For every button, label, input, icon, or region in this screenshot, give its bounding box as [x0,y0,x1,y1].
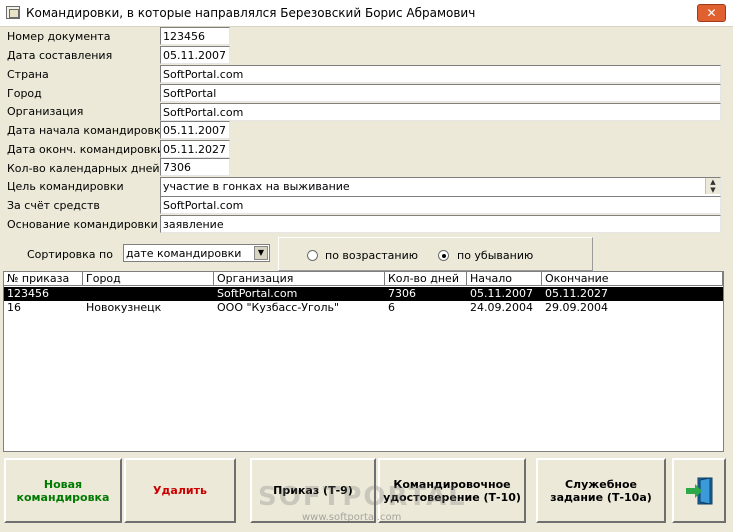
sort-asc-label: по возрастанию [325,249,419,262]
sort-direction-group: по возрастанию по убыванию [278,237,593,271]
new-trip-button-label: Новая командировка [16,477,110,504]
doc-date-label: Дата составления [7,49,113,62]
purpose-scroll-arrows[interactable]: ▲ ▼ [705,178,720,194]
start-date-field[interactable]: 05.11.2007 [160,121,230,139]
task-button[interactable]: Служебное задание (Т-10а) [536,458,666,523]
organization-field[interactable]: SoftPortal.com [160,103,721,121]
city-field[interactable]: SoftPortal [160,84,721,102]
doc-number-label: Номер документа [7,30,111,43]
end-date-field[interactable]: 05.11.2027 [160,140,230,158]
table-cell: 24.09.2004 [470,301,533,314]
table-header: № приказа Город Организация Кол-во дней … [4,272,723,286]
col-header-end[interactable]: Окончание [542,272,723,286]
order-button[interactable]: Приказ (Т-9) [250,458,376,523]
table-cell: SoftPortal.com [217,287,298,300]
table-cell: 29.09.2004 [545,301,608,314]
delete-button-label: Удалить [153,484,207,497]
sort-desc-radio[interactable] [438,250,449,261]
days-field[interactable]: 7306 [160,158,230,176]
table-cell: 05.11.2027 [545,287,608,300]
title-bar: Командировки, в которые направлялся Бере… [0,0,733,27]
table-cell: 05.11.2007 [470,287,533,300]
delete-button[interactable]: Удалить [124,458,236,523]
end-date-label: Дата оконч. командировки [7,143,165,156]
exit-button[interactable] [672,458,726,523]
table-cell [83,287,214,301]
table-cell: 6 [388,301,395,314]
doc-date-field[interactable]: 05.11.2007 [160,46,230,64]
sort-select[interactable]: дате командировки ▼ [123,244,270,262]
table-cell: 7306 [388,287,416,300]
new-trip-button[interactable]: Новая командировка [4,458,122,523]
window-title: Командировки, в которые направлялся Бере… [26,6,476,20]
days-label: Кол-во календарных дней [7,162,160,175]
table-row[interactable]: 16 Новокузнецк ООО "Кузбасс-Уголь" 6 24.… [4,301,723,315]
col-header-days[interactable]: Кол-во дней [385,272,467,286]
sort-label: Сортировка по [27,248,113,261]
col-header-city[interactable]: Город [83,272,214,286]
close-button[interactable]: ✕ [697,4,726,22]
certificate-button-label: Командировочное удостоверение (Т-10) [383,477,521,504]
table-row[interactable]: 123456 SoftPortal.com 7306 05.11.2007 05… [4,287,723,301]
exit-door-icon [686,476,713,505]
col-header-start[interactable]: Начало [467,272,542,286]
chevron-down-icon[interactable]: ▼ [254,246,268,260]
trips-table[interactable]: № приказа Город Организация Кол-во дней … [3,271,724,452]
order-button-label: Приказ (Т-9) [273,484,353,497]
table-cell: ООО "Кузбасс-Уголь" [217,301,340,314]
sort-desc-label: по убыванию [457,249,534,262]
start-date-label: Дата начала командировки [7,124,168,137]
app-icon [6,6,20,19]
city-label: Город [7,87,42,100]
sort-asc-radio[interactable] [307,250,318,261]
col-header-order-no[interactable]: № приказа [4,272,83,286]
purpose-field[interactable]: участие в гонках на выживание [160,177,721,197]
table-cell: 123456 [7,287,49,300]
certificate-button[interactable]: Командировочное удостоверение (Т-10) [378,458,526,523]
basis-field[interactable]: заявление [160,215,721,233]
table-cell: Новокузнецк [86,301,162,314]
task-button-label: Служебное задание (Т-10а) [550,477,652,504]
doc-number-field[interactable]: 123456 [160,27,230,45]
organization-label: Организация [7,105,84,118]
table-cell: 16 [7,301,21,314]
country-field[interactable]: SoftPortal.com [160,65,721,83]
funding-field[interactable]: SoftPortal.com [160,196,721,214]
sort-selected-value: дате командировки [126,247,242,260]
col-header-organization[interactable]: Организация [214,272,385,286]
country-label: Страна [7,68,49,81]
basis-label: Основание командировки [7,218,158,231]
purpose-label: Цель командировки [7,180,124,193]
funding-label: За счёт средств [7,199,100,212]
